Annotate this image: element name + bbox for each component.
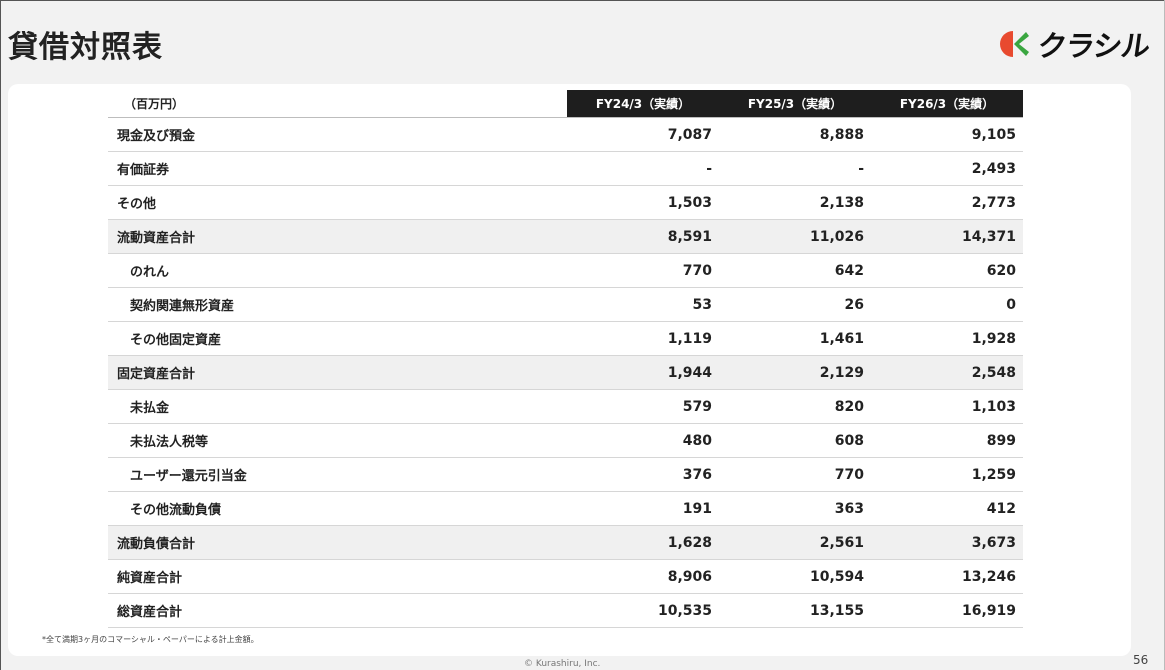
row-label: 流動負債合計 — [117, 537, 196, 552]
kurashiru-logo: クラシル — [996, 26, 1152, 63]
table-row: その他流動負債 191 363 412 — [108, 492, 1023, 526]
row-label: 現金及び預金 — [117, 129, 196, 144]
row-label: 契約関連無形資産 — [130, 299, 235, 314]
cell-value: 7,087 — [667, 126, 712, 143]
unit-label: （百万円） — [124, 97, 185, 111]
row-label: のれん — [130, 265, 170, 280]
row-label: 有価証券 — [117, 163, 170, 178]
cell-value: 1,928 — [971, 330, 1016, 347]
table-row: 現金及び預金 7,087 8,888 9,105 — [108, 118, 1023, 152]
cell-value: 1,461 — [819, 330, 864, 347]
table-row: 未払金 579 820 1,103 — [108, 390, 1023, 424]
cell-value: 1,119 — [667, 330, 712, 347]
table-row: 未払法人税等 480 608 899 — [108, 424, 1023, 458]
footnote: *全て満期3ヶ月のコマーシャル・ペーパーによる計上金額。 — [42, 635, 259, 644]
row-label: 純資産合計 — [117, 571, 183, 586]
cell-value: - — [858, 160, 864, 177]
cell-value: 376 — [682, 466, 712, 483]
table-row: 流動資産合計 8,591 11,026 14,371 — [108, 220, 1023, 254]
table-row: 有価証券 - - 2,493 — [108, 152, 1023, 186]
cell-value: 820 — [834, 398, 864, 415]
window-frame-left — [0, 0, 1, 670]
cell-value: 0 — [1006, 296, 1016, 313]
table-row: ユーザー還元引当金 376 770 1,259 — [108, 458, 1023, 492]
cell-value: 1,103 — [971, 398, 1016, 415]
cell-value: 2,548 — [971, 364, 1016, 381]
table-row: 固定資産合計 1,944 2,129 2,548 — [108, 356, 1023, 390]
page-title: 貸借対照表 — [8, 30, 163, 65]
cell-value: 1,944 — [667, 364, 712, 381]
cell-value: 13,246 — [961, 568, 1016, 585]
table-row: 総資産合計 10,535 13,155 16,919 — [108, 594, 1023, 628]
cell-value: 16,919 — [961, 602, 1016, 619]
cell-value: 53 — [692, 296, 712, 313]
row-label: 未払金 — [130, 401, 170, 416]
cell-value: 2,773 — [971, 194, 1016, 211]
balance-sheet-table: （百万円） FY24/3（実績） FY25/3（実績） FY26/3（実績） 現… — [108, 90, 1023, 628]
cell-value: 13,155 — [809, 602, 864, 619]
cell-value: 363 — [834, 500, 864, 517]
cell-value: 770 — [682, 262, 712, 279]
cell-value: 14,371 — [961, 228, 1016, 245]
cell-value: 412 — [986, 500, 1016, 517]
kurashiru-logo-icon — [1000, 31, 1029, 57]
cell-value: 9,105 — [971, 126, 1016, 143]
cell-value: - — [706, 160, 712, 177]
cell-value: 770 — [834, 466, 864, 483]
cell-value: 1,259 — [971, 466, 1016, 483]
cell-value: 10,535 — [657, 602, 712, 619]
cell-value: 2,138 — [819, 194, 864, 211]
column-header-fy25: FY25/3（実績） — [719, 90, 871, 117]
cell-value: 2,493 — [971, 160, 1016, 177]
cell-value: 3,673 — [971, 534, 1016, 551]
window-frame-top — [0, 0, 1165, 1]
cell-value: 8,591 — [667, 228, 712, 245]
table-row: 純資産合計 8,906 10,594 13,246 — [108, 560, 1023, 594]
cell-value: 2,561 — [819, 534, 864, 551]
table-header-row: （百万円） FY24/3（実績） FY25/3（実績） FY26/3（実績） — [108, 90, 1023, 118]
cell-value: 191 — [682, 500, 712, 517]
row-label: その他 — [117, 197, 157, 212]
row-label: ユーザー還元引当金 — [130, 469, 247, 484]
table-row: その他固定資産 1,119 1,461 1,928 — [108, 322, 1023, 356]
row-label: 固定資産合計 — [117, 367, 196, 382]
table-row: 契約関連無形資産 53 26 0 — [108, 288, 1023, 322]
cell-value: 11,026 — [809, 228, 864, 245]
page-number: 56 — [1133, 653, 1149, 667]
cell-value: 10,594 — [809, 568, 864, 585]
row-label: その他固定資産 — [130, 333, 222, 348]
column-header-fy24: FY24/3（実績） — [567, 90, 719, 117]
cell-value: 2,129 — [819, 364, 864, 381]
row-label: その他流動負債 — [130, 503, 222, 518]
column-header-fy26: FY26/3（実績） — [871, 90, 1023, 117]
cell-value: 899 — [986, 432, 1016, 449]
row-label: 総資産合計 — [117, 605, 183, 620]
cell-value: 579 — [682, 398, 712, 415]
cell-value: 642 — [834, 262, 864, 279]
cell-value: 8,888 — [819, 126, 864, 143]
cell-value: 26 — [844, 296, 864, 313]
table-row: その他 1,503 2,138 2,773 — [108, 186, 1023, 220]
table-row: 流動負債合計 1,628 2,561 3,673 — [108, 526, 1023, 560]
row-label: 流動資産合計 — [117, 231, 196, 246]
cell-value: 8,906 — [667, 568, 712, 585]
table-row: のれん 770 642 620 — [108, 254, 1023, 288]
cell-value: 1,503 — [667, 194, 712, 211]
cell-value: 608 — [834, 432, 864, 449]
row-label: 未払法人税等 — [130, 435, 209, 450]
cell-value: 480 — [682, 432, 712, 449]
cell-value: 620 — [986, 262, 1016, 279]
logo-wordmark: クラシル — [1035, 29, 1152, 63]
copyright: © Kurashiru, Inc. — [524, 659, 601, 669]
cell-value: 1,628 — [667, 534, 712, 551]
